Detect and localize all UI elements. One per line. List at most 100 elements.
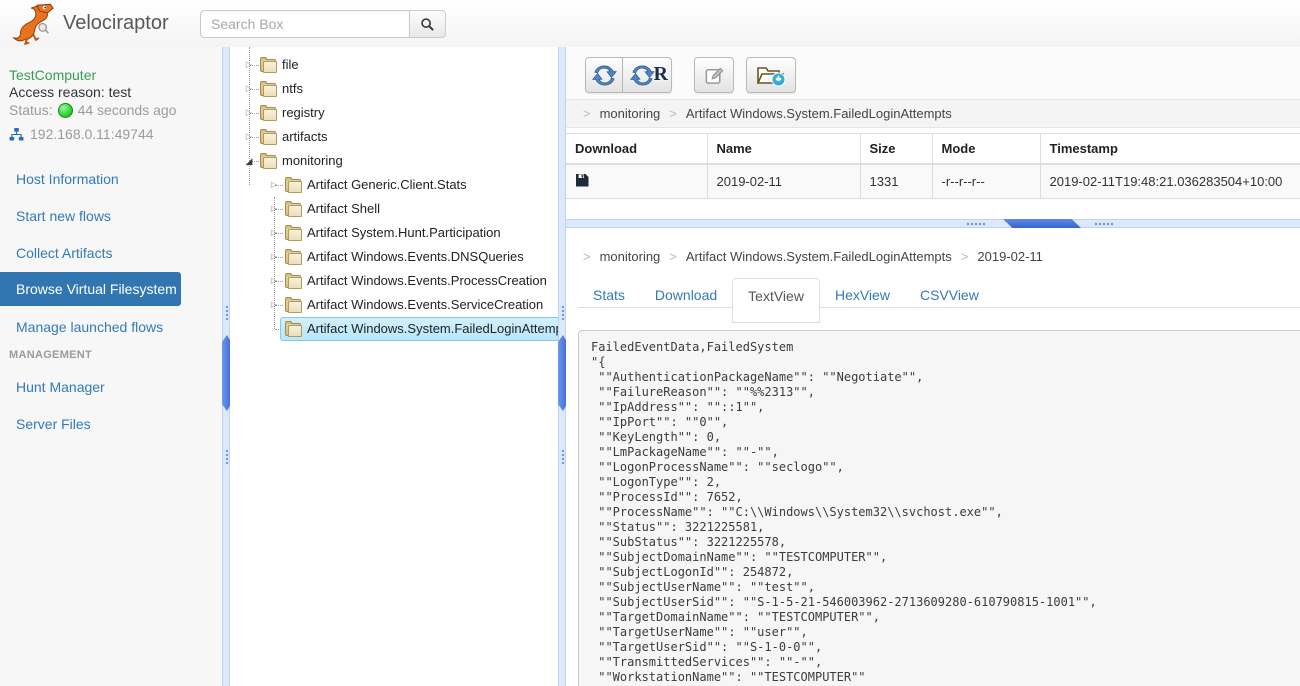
expander-icon[interactable]	[243, 149, 255, 173]
tree-item-artifact-windows-events-servicecreation[interactable]: Artifact Windows.Events.ServiceCreation	[230, 293, 558, 317]
breadcrumb: > monitoring > Artifact Windows.System.F…	[566, 100, 1300, 128]
expander-icon[interactable]	[243, 125, 255, 149]
sitemap-icon	[9, 128, 24, 141]
folder-icon	[260, 59, 276, 72]
tab-textview[interactable]: TextView	[732, 278, 820, 323]
tree-item-artifacts[interactable]: artifacts	[230, 125, 558, 149]
folder-icon	[260, 155, 276, 168]
tree-item-ntfs[interactable]: ntfs	[230, 77, 558, 101]
tree-item-label: Artifact System.Hunt.Participation	[307, 221, 501, 245]
name-cell: 2019-02-11	[707, 164, 860, 199]
tree-item-artifact-system-hunt-participation[interactable]: Artifact System.Hunt.Participation	[230, 221, 558, 245]
tab-csvview[interactable]: CSVView	[905, 278, 994, 312]
breadcrumb-item-date[interactable]: 2019-02-11	[977, 249, 1043, 264]
tree-item-label: artifacts	[282, 125, 328, 149]
sidebar-item-host-information[interactable]: Host Information	[0, 171, 222, 187]
search-input[interactable]	[200, 10, 409, 38]
sidebar-item-manage-launched-flows[interactable]: Manage launched flows	[0, 319, 222, 335]
col-name: Name	[707, 134, 860, 165]
status-ago: 44 seconds ago	[78, 102, 177, 118]
tree-item-artifact-windows-system-failedloginattempts[interactable]: Artifact Windows.System.FailedLoginAttem…	[230, 317, 558, 341]
mode-cell: -r--r--r--	[932, 164, 1040, 199]
textview-content[interactable]: FailedEventData,FailedSystem "{ ""Authen…	[578, 330, 1300, 686]
tree-item-label: file	[282, 53, 299, 77]
recursive-overlay-label: R	[654, 63, 668, 86]
tree-item-label: Artifact Windows.Events.ServiceCreation	[307, 293, 543, 317]
sidebar-item-collect-artifacts[interactable]: Collect Artifacts	[0, 245, 222, 261]
expander-icon[interactable]	[243, 77, 255, 101]
download-recursive-button[interactable]	[746, 57, 796, 93]
search-button[interactable]	[409, 10, 446, 38]
sidebar-item-start-new-flows[interactable]: Start new flows	[0, 208, 222, 224]
col-mode: Mode	[932, 134, 1040, 165]
tree-item-monitoring[interactable]: monitoring	[230, 149, 558, 173]
breadcrumb-item-artifact[interactable]: Artifact Windows.System.FailedLoginAttem…	[686, 106, 952, 121]
col-size: Size	[860, 134, 932, 165]
ip-address: 192.168.0.11:49744	[30, 126, 154, 142]
tree-item-registry[interactable]: registry	[230, 101, 558, 125]
tree-item-artifact-windows-events-processcreation[interactable]: Artifact Windows.Events.ProcessCreation	[230, 269, 558, 293]
folder-icon	[260, 107, 276, 120]
tree-item-file[interactable]: file	[230, 53, 558, 77]
sidebar-item-browse-virtual-filesystem[interactable]: Browse Virtual Filesystem	[0, 272, 181, 306]
app-title: Velociraptor	[63, 0, 169, 47]
expander-icon[interactable]	[243, 101, 255, 125]
splitter-grip	[561, 449, 565, 465]
download-cell	[566, 164, 707, 199]
sidebar-item-hunt-manager[interactable]: Hunt Manager	[0, 379, 222, 395]
pane-splitter[interactable]	[566, 219, 1300, 228]
recursive-refresh-button[interactable]: R	[623, 57, 672, 93]
breadcrumb-item-monitoring[interactable]: monitoring	[600, 106, 661, 121]
breadcrumb-item-monitoring[interactable]: monitoring	[600, 249, 661, 264]
table-header-row: Download Name Size Mode Timestamp	[566, 134, 1300, 165]
col-download: Download	[566, 134, 707, 165]
breadcrumb-separator: >	[961, 249, 969, 264]
splitter-grip	[1094, 222, 1114, 226]
tree-item-artifact-shell[interactable]: Artifact Shell	[230, 197, 558, 221]
tree-item-artifact-windows-events-dnsqueries[interactable]: Artifact Windows.Events.DNSQueries	[230, 245, 558, 269]
tree-item-label: Artifact Shell	[307, 197, 380, 221]
tree-item-label: Artifact Generic.Client.Stats	[307, 173, 467, 197]
tab-download[interactable]: Download	[640, 278, 732, 312]
breadcrumb-separator: >	[669, 106, 677, 121]
folder-icon	[285, 323, 301, 336]
folder-icon	[285, 275, 301, 288]
folder-icon	[260, 83, 276, 96]
floppy-save-icon[interactable]	[575, 173, 589, 187]
expander-icon[interactable]	[268, 269, 280, 293]
folder-icon	[285, 227, 301, 240]
expander-icon[interactable]	[268, 197, 280, 221]
expander-icon[interactable]	[268, 245, 280, 269]
tree-item-artifact-generic-client-stats[interactable]: Artifact Generic.Client.Stats	[230, 173, 558, 197]
tree-item-label: ntfs	[282, 77, 303, 101]
splitter-grip	[225, 449, 229, 465]
timestamp-cell: 2019-02-11T19:48:21.036283504+10:00	[1040, 164, 1300, 199]
content-pane: R > monitoring > Artifa	[566, 47, 1300, 686]
host-ip: 192.168.0.11:49744	[9, 126, 154, 142]
tree-item-label: monitoring	[282, 149, 343, 173]
tree-item-label: Artifact Windows.Events.DNSQueries	[307, 245, 524, 269]
folder-icon	[285, 299, 301, 312]
folder-download-icon	[756, 63, 786, 87]
table-row[interactable]: 2019-02-11 1331 -r--r--r-- 2019-02-11T19…	[566, 164, 1300, 199]
splitter-grip	[966, 222, 986, 226]
refresh-directory-button[interactable]	[585, 57, 623, 93]
management-section-header: MANAGEMENT	[9, 349, 92, 361]
edit-file-button[interactable]	[694, 57, 734, 93]
expander-icon[interactable]	[268, 173, 280, 197]
tree-splitter[interactable]	[558, 47, 566, 686]
top-navbar: Velociraptor	[0, 0, 1300, 48]
sidebar-item-server-files[interactable]: Server Files	[0, 416, 222, 432]
expander-icon[interactable]	[243, 53, 255, 77]
tab-stats[interactable]: Stats	[578, 278, 640, 312]
tab-hexview[interactable]: HexView	[820, 278, 905, 312]
breadcrumb-item-artifact[interactable]: Artifact Windows.System.FailedLoginAttem…	[686, 249, 952, 264]
sidebar-splitter[interactable]	[222, 47, 230, 686]
splitter-handle[interactable]	[1003, 219, 1081, 228]
expander-icon[interactable]	[268, 293, 280, 317]
expander-icon[interactable]	[268, 221, 280, 245]
status-label: Status:	[9, 102, 53, 118]
folder-icon	[285, 179, 301, 192]
tree-item-label: Artifact Windows.Events.ProcessCreation	[307, 269, 547, 293]
refresh-icon	[592, 63, 617, 88]
